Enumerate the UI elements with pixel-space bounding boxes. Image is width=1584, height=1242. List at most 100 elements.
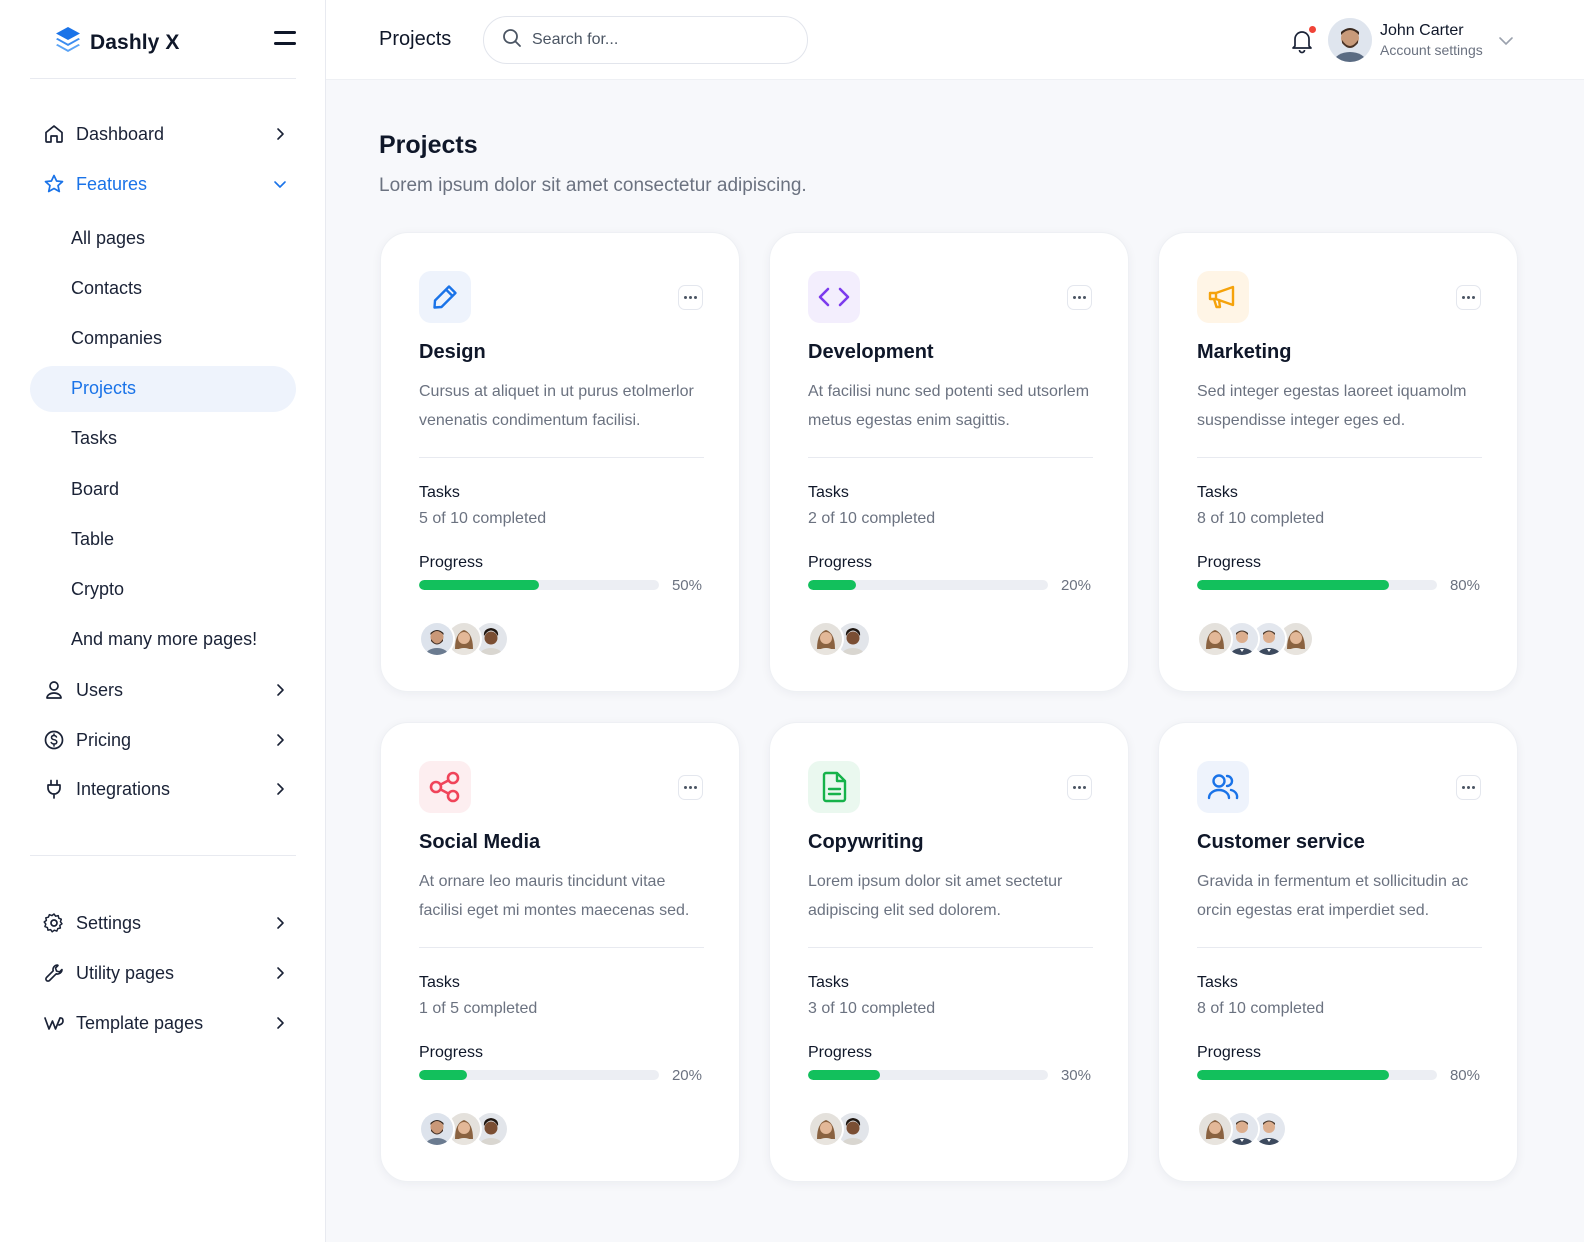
progress-bar-fill (1197, 1070, 1389, 1080)
tasks-completed: 1 of 5 completed (419, 1000, 538, 1017)
document-icon (808, 761, 860, 813)
progress-bar (808, 580, 1048, 590)
progress-bar (419, 1070, 659, 1080)
project-card-customer-service[interactable]: Customer service Gravida in fermentum et… (1158, 722, 1518, 1182)
sidebar-item-utility-pages[interactable]: Utility pages (42, 953, 288, 993)
team-avatars (808, 621, 871, 657)
sidebar-item-dashboard[interactable]: Dashboard (42, 114, 288, 154)
sidebar-item-features[interactable]: Features (42, 164, 288, 204)
card-divider (1197, 457, 1482, 458)
chevron-down-icon[interactable] (1498, 34, 1514, 46)
user-name[interactable]: John Carter (1380, 22, 1464, 40)
sidebar-item-users[interactable]: Users (42, 670, 288, 710)
sidebar-item-label: Users (76, 679, 124, 700)
tasks-completed: 2 of 10 completed (808, 510, 936, 527)
chevron-right-icon (272, 965, 288, 981)
member-avatar[interactable] (1197, 621, 1233, 657)
chevron-down-icon (272, 176, 288, 192)
tasks-label: Tasks (1197, 974, 1238, 991)
project-card-social-media[interactable]: Social Media At ornare leo mauris tincid… (380, 722, 740, 1182)
card-divider (808, 457, 1093, 458)
project-description: Sed integer egestas laoreet iquamolm sus… (1197, 383, 1467, 429)
more-options-button[interactable] (1067, 775, 1092, 800)
member-avatar[interactable] (808, 621, 844, 657)
search-input[interactable] (532, 31, 792, 49)
tasks-label: Tasks (419, 484, 460, 501)
project-card-development[interactable]: Development At facilisi nunc sed potenti… (769, 232, 1129, 692)
progress-percent: 20% (671, 1067, 702, 1084)
project-card-marketing[interactable]: Marketing Sed integer egestas laoreet iq… (1158, 232, 1518, 692)
project-description: At ornare leo mauris tincidunt vitae fac… (419, 873, 690, 919)
brand-logo[interactable]: Dashly X (54, 25, 180, 60)
gear-icon (42, 911, 66, 935)
progress-label: Progress (808, 554, 873, 571)
menu-toggle-icon[interactable] (274, 31, 298, 49)
project-card-design[interactable]: Design Cursus at aliquet in ut purus eto… (380, 232, 740, 692)
member-avatar[interactable] (808, 1111, 844, 1147)
project-title: Design (419, 341, 486, 363)
more-options-button[interactable] (1456, 285, 1481, 310)
plug-icon (42, 777, 66, 801)
sidebar-item-label: Dashboard (76, 123, 165, 144)
progress-label: Progress (419, 554, 484, 571)
user-icon (42, 678, 66, 702)
tasks-label: Tasks (808, 484, 849, 501)
project-description: Cursus at aliquet in ut purus etolmerlor… (419, 383, 694, 429)
more-options-button[interactable] (678, 285, 703, 310)
chevron-right-icon (272, 126, 288, 142)
project-card-copywriting[interactable]: Copywriting Lorem ipsum dolor sit amet s… (769, 722, 1129, 1182)
page-subtitle: Lorem ipsum dolor sit amet consectetur a… (379, 175, 807, 196)
sidebar-divider (30, 78, 296, 79)
team-avatars (419, 1111, 509, 1147)
more-options-button[interactable] (678, 775, 703, 800)
account-settings-link[interactable]: Account settings (1380, 42, 1483, 58)
team-avatars (1197, 1111, 1287, 1147)
more-options-button[interactable] (1067, 285, 1092, 310)
home-icon (42, 122, 66, 146)
member-avatar[interactable] (419, 621, 455, 657)
user-avatar[interactable] (1328, 18, 1372, 62)
sidebar-subitem-table[interactable]: Table (30, 516, 296, 562)
card-divider (808, 947, 1093, 948)
sidebar-item-integrations[interactable]: Integrations (42, 769, 288, 809)
team-avatars (419, 621, 509, 657)
progress-percent: 30% (1060, 1067, 1091, 1084)
pencil-icon (419, 271, 471, 323)
team-avatars (808, 1111, 871, 1147)
sidebar-subitem-and-many-more-pages[interactable]: And many more pages! (30, 617, 296, 663)
project-title: Social Media (419, 831, 541, 853)
sidebar-subitem-crypto[interactable]: Crypto (30, 566, 296, 612)
team-avatars (1197, 621, 1314, 657)
card-divider (419, 457, 704, 458)
project-title: Development (808, 341, 934, 363)
more-options-button[interactable] (1456, 775, 1481, 800)
search-bar[interactable] (483, 16, 808, 64)
progress-bar (1197, 580, 1437, 590)
sidebar-subitem-tasks[interactable]: Tasks (30, 416, 296, 462)
sidebar-item-label: Pricing (76, 729, 132, 750)
sidebar-item-settings[interactable]: Settings (42, 903, 288, 943)
sidebar-divider (30, 855, 296, 856)
notifications-bell-icon[interactable] (1290, 26, 1316, 54)
progress-percent: 50% (671, 577, 702, 594)
star-icon (42, 172, 66, 196)
sidebar-item-template-pages[interactable]: Template pages (42, 1003, 288, 1043)
tasks-label: Tasks (419, 974, 460, 991)
tasks-completed: 3 of 10 completed (808, 1000, 936, 1017)
megaphone-icon (1197, 271, 1249, 323)
tasks-label: Tasks (1197, 484, 1238, 501)
sidebar-subitem-board[interactable]: Board (30, 466, 296, 512)
sidebar-item-pricing[interactable]: Pricing (42, 720, 288, 760)
member-avatar[interactable] (1197, 1111, 1233, 1147)
progress-percent: 20% (1060, 577, 1091, 594)
sidebar-subitem-companies[interactable]: Companies (30, 315, 296, 361)
dollar-icon (42, 728, 66, 752)
notification-dot (1309, 26, 1316, 33)
layers-logo-icon (54, 25, 82, 60)
sidebar-subitem-projects[interactable]: Projects (30, 365, 296, 412)
project-description: At facilisi nunc sed potenti sed utsorle… (808, 383, 1090, 429)
sidebar-subitem-all-pages[interactable]: All pages (30, 215, 296, 261)
progress-bar (419, 580, 659, 590)
sidebar-subitem-contacts[interactable]: Contacts (30, 265, 296, 311)
member-avatar[interactable] (419, 1111, 455, 1147)
